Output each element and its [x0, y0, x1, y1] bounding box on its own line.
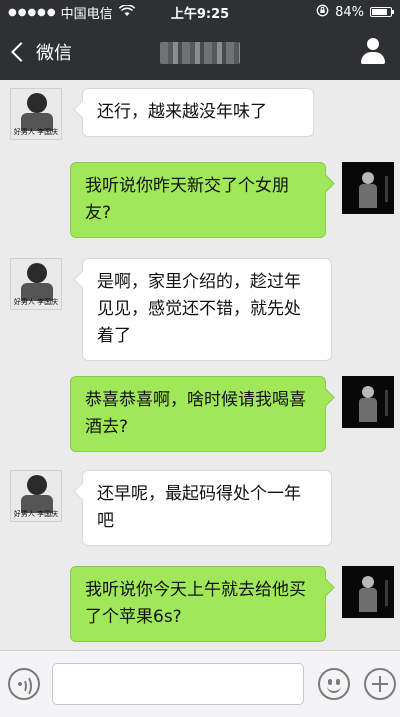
avatar-head — [27, 263, 47, 283]
avatar-caption: 好男人 李国庆 — [13, 510, 59, 518]
received-message[interactable]: 是啊，家里介绍的，趁过年见见，感觉还不错，就先处着了 — [82, 258, 332, 361]
my-avatar[interactable] — [342, 566, 394, 618]
signal-strength-icon: ●●●●● — [8, 6, 57, 18]
back-button[interactable]: 微信 — [10, 24, 72, 80]
voice-button[interactable] — [8, 668, 40, 700]
more-button[interactable] — [364, 668, 396, 700]
battery-percent: 84% — [335, 4, 364, 20]
chat-title-blurred — [160, 42, 240, 64]
status-right: 84% — [316, 4, 394, 21]
profile-button[interactable] — [360, 38, 386, 66]
message-text: 是啊，家里介绍的，趁过年见见，感觉还不错，就先处着了 — [97, 272, 301, 346]
avatar-detail — [385, 176, 388, 202]
avatar-head — [27, 93, 47, 113]
carrier-name: 中国电信 — [60, 6, 113, 22]
battery-icon — [370, 7, 394, 17]
person-icon — [367, 38, 379, 50]
plus-icon-vertical — [379, 676, 381, 692]
nav-bar: 微信 — [0, 24, 400, 80]
my-avatar[interactable] — [342, 376, 394, 428]
my-avatar[interactable] — [342, 162, 394, 214]
avatar-caption: 好男人 李国庆 — [13, 298, 59, 306]
avatar-caption: 好男人 李国庆 — [13, 128, 59, 136]
message-text: 我听说你昨天新交了个女朋友? — [85, 176, 289, 223]
avatar-detail — [385, 390, 388, 416]
chevron-left-icon — [11, 42, 31, 62]
wifi-icon — [118, 3, 135, 20]
status-bar: ●●●●● 中国电信 上午9:25 84% — [0, 0, 400, 24]
contact-avatar[interactable]: 好男人 李国庆 — [10, 470, 62, 522]
received-message[interactable]: 还早呢，最起码得处个一年吧 — [82, 470, 332, 546]
contact-avatar[interactable]: 好男人 李国庆 — [10, 258, 62, 310]
message-text: 还早呢，最起码得处个一年吧 — [97, 484, 301, 531]
message-input[interactable] — [52, 663, 304, 705]
voice-wave-large — [19, 675, 32, 697]
message-text: 我听说你今天上午就去给他买了个苹果6s? — [85, 580, 306, 627]
avatar-head — [27, 475, 47, 495]
avatar-detail — [385, 580, 388, 606]
sent-message[interactable]: 我听说你昨天新交了个女朋友? — [70, 162, 326, 238]
rotation-lock-icon — [316, 4, 329, 21]
avatar-head — [362, 386, 374, 398]
avatar-body — [359, 588, 377, 612]
person-icon-body — [361, 52, 385, 64]
avatar-body — [359, 184, 377, 208]
contact-avatar[interactable]: 好男人 李国庆 — [10, 88, 62, 140]
message-text: 还行，越来越没年味了 — [97, 102, 267, 122]
message-text: 恭喜恭喜啊，啥时候请我喝喜酒去? — [85, 390, 306, 437]
input-bar — [0, 650, 400, 717]
avatar-head — [362, 172, 374, 184]
chat-area[interactable]: 好男人 李国庆 还行，越来越没年味了 我听说你昨天新交了个女朋友? 好男人 李国… — [0, 80, 400, 650]
back-label: 微信 — [36, 43, 72, 64]
emoji-button[interactable] — [318, 668, 350, 700]
avatar-head — [362, 576, 374, 588]
sent-message[interactable]: 恭喜恭喜啊，啥时候请我喝喜酒去? — [70, 376, 326, 452]
battery-fill — [372, 9, 388, 15]
avatar-body — [359, 398, 377, 422]
received-message[interactable]: 还行，越来越没年味了 — [82, 88, 314, 137]
sent-message[interactable]: 我听说你今天上午就去给他买了个苹果6s? — [70, 566, 326, 642]
emoji-icon-mouth — [327, 684, 341, 693]
